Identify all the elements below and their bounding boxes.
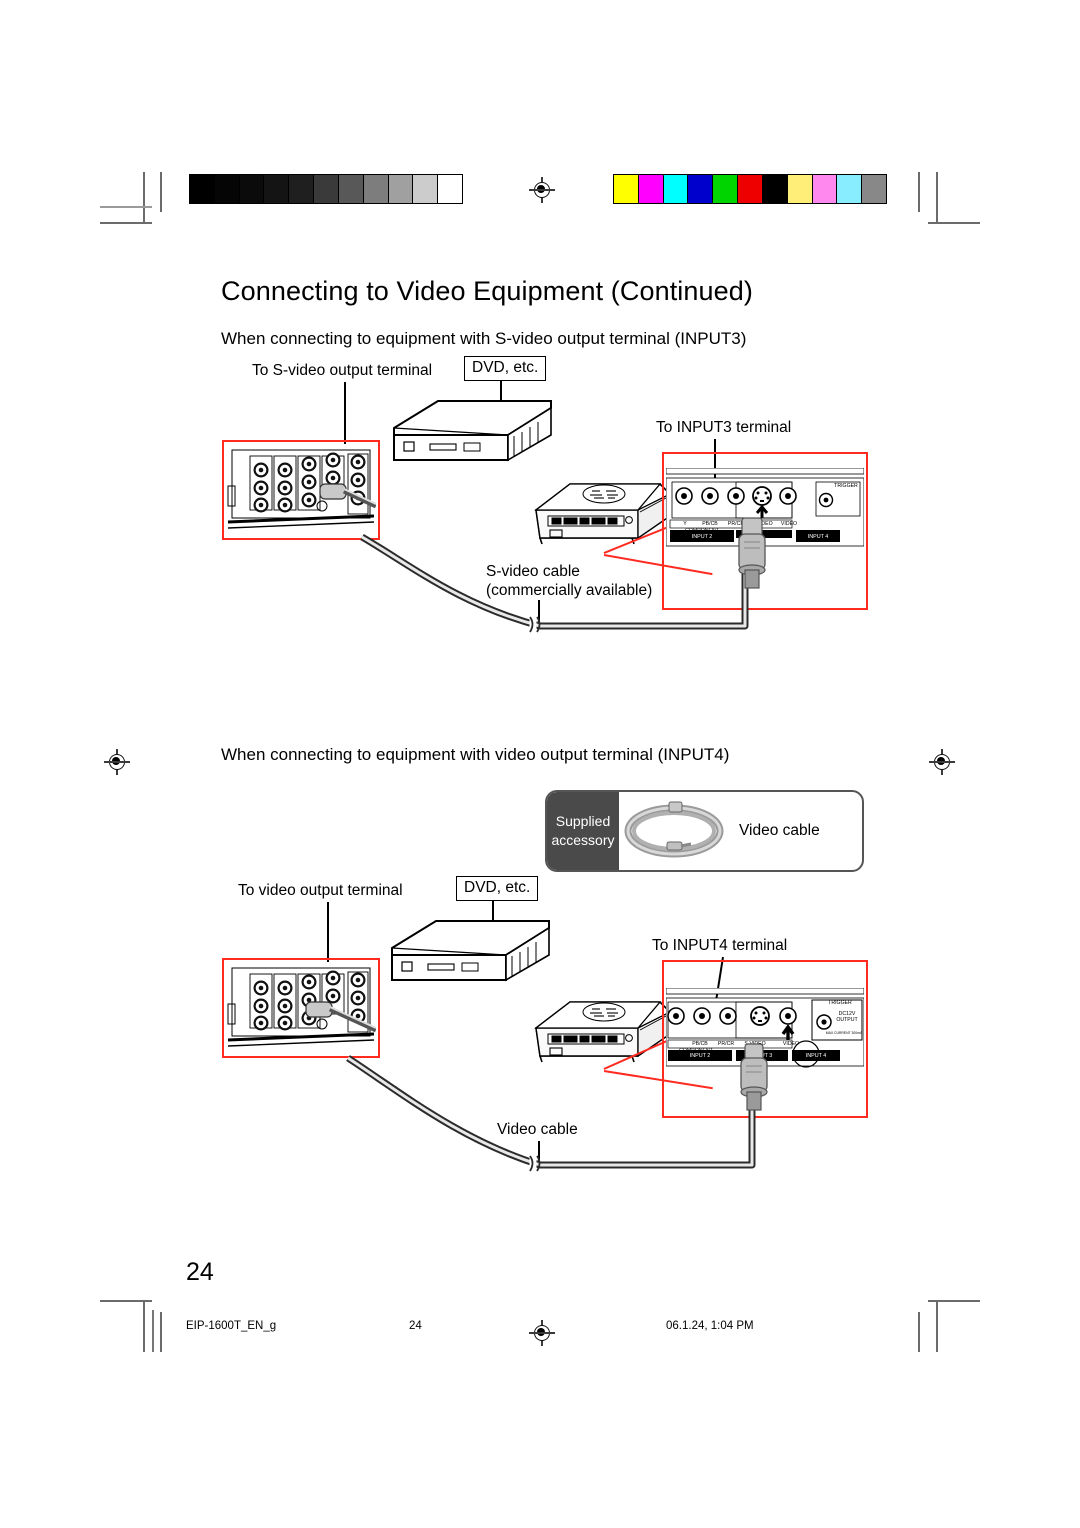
terminal-input4-badge: INPUT 4 [796,533,840,542]
terminal-trigger-note: MAX CURRENT 300mA [825,1031,863,1035]
section-2-device-label: DVD, etc. [456,876,539,901]
registration-mark-top-center [529,177,555,203]
registration-mark-left-middle [104,749,130,775]
calibration-swatch [437,175,462,203]
section-1-target-label: To INPUT3 terminal [656,419,792,436]
section-2-target-label: To INPUT4 terminal [652,937,788,954]
calibration-swatch [337,175,363,203]
calibration-swatch [786,175,812,203]
calibration-swatch [288,175,314,203]
calibration-swatch [614,175,638,203]
page-title: Connecting to Video Equipment (Continued… [221,276,753,306]
color-calibration-bar [613,174,887,204]
footer-timestamp: 06.1.24, 1:04 PM [666,1320,754,1332]
supplied-accessory-box: Supplied accessory Video cable [545,790,864,872]
registration-mark-bottom-center [529,1320,555,1346]
calibration-swatch [238,175,264,203]
section-2-heading: When connecting to equipment with video … [221,745,730,764]
calibration-swatch [861,175,886,203]
section-1-device-label: DVD, etc. [464,356,547,381]
calibration-swatch [712,175,738,203]
calibration-swatch [387,175,413,203]
section-2-cable-run [300,1010,770,1175]
calibration-swatch [362,175,388,203]
calibration-swatch [687,175,713,203]
grayscale-calibration-bar [189,174,463,204]
supplied-accessory-badge-line2: accessory [551,832,615,848]
calibration-swatch [412,175,438,203]
calibration-swatch [637,175,663,203]
terminal-label-video-2: VIDEO [782,1041,800,1047]
calibration-swatch [761,175,787,203]
supplied-accessory-badge-line1: Supplied [555,813,611,830]
section-2-dvd-deck-illustration [388,918,553,986]
section-1-heading: When connecting to equipment with S-vide… [221,329,747,348]
calibration-swatch [836,175,862,203]
calibration-swatch [313,175,338,203]
calibration-swatch [811,175,837,203]
calibration-swatch [263,175,289,203]
registration-mark-right-middle [929,749,955,775]
calibration-swatch [737,175,762,203]
footer-filename: EIP-1600T_EN_g [186,1320,277,1332]
calibration-swatch [190,175,214,203]
section-1-cable-run [300,495,770,640]
section-1-source-label: To S-video output terminal [252,362,433,379]
footer-rule [152,1310,154,1352]
footer-page: 24 [409,1320,422,1332]
supplied-accessory-badge: Supplied accessory [547,792,619,870]
terminal-label-video: VIDEO [780,521,798,527]
terminal-trigger-line2: OUTPUT [836,1017,858,1023]
page-number: 24 [186,1258,214,1286]
calibration-swatch [662,175,688,203]
supplied-accessory-item-label: Video cable [739,822,820,840]
video-cable-coil-icon [619,800,729,862]
section-2-source-label: To video output terminal [238,882,403,899]
section-2-cable-plug [738,1040,770,1112]
terminal-input4-badge-2: INPUT 4 [792,1052,840,1061]
terminal-trigger-title-2: TRIGGER [828,1000,852,1006]
calibration-swatch [213,175,239,203]
section-1-dvd-deck-illustration [390,398,555,466]
section-1-cable-plug [736,512,768,590]
terminal-trigger-title: TRIGGER [834,483,858,489]
